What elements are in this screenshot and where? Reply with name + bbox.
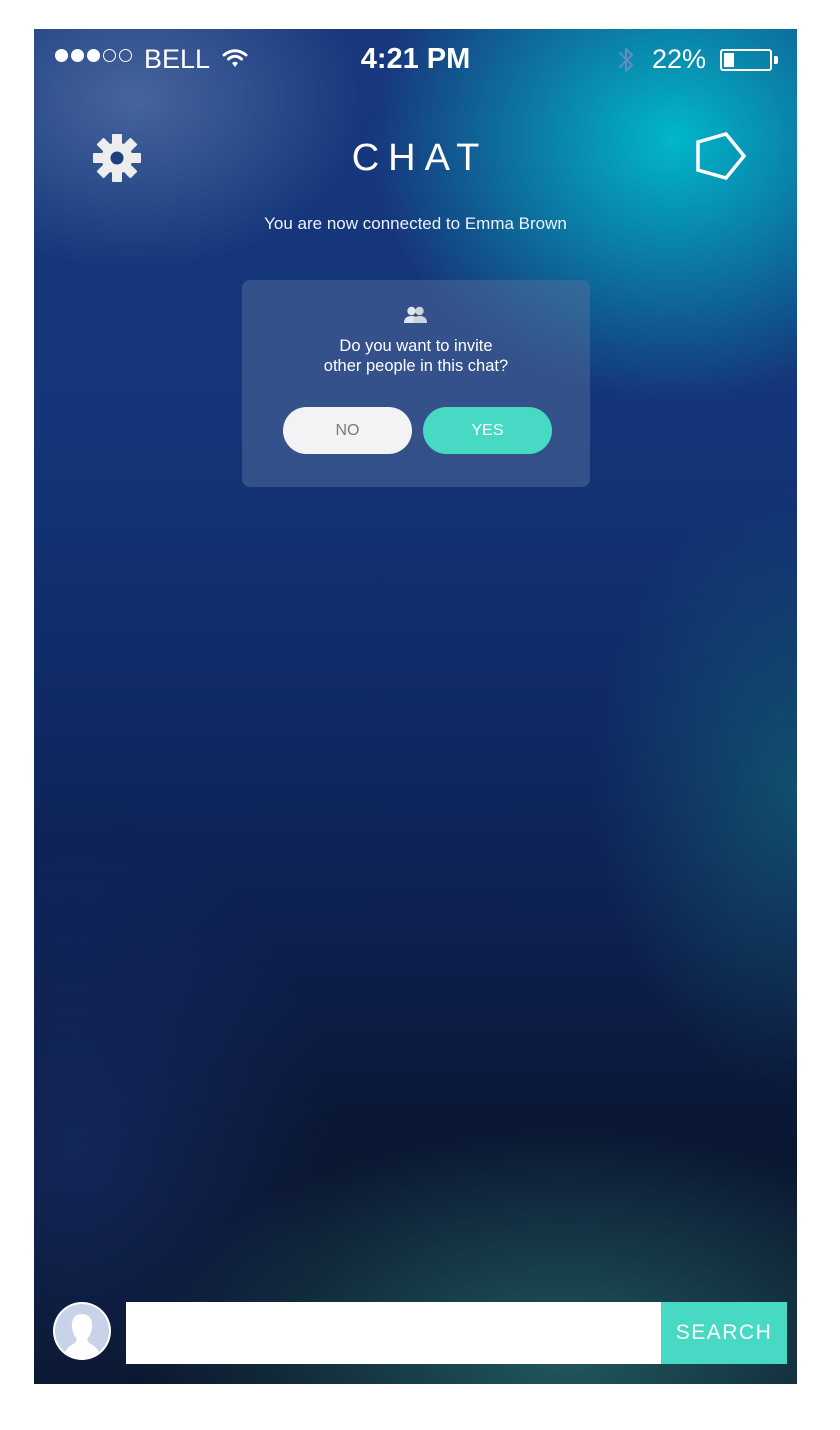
people-icon: [404, 306, 427, 323]
search-button[interactable]: SEARCH: [661, 1302, 787, 1364]
invite-question: Do you want to invite other people in th…: [242, 336, 590, 376]
invite-question-line-2: other people in this chat?: [323, 357, 509, 375]
search-input[interactable]: [126, 1302, 661, 1364]
battery-percentage: 22%: [652, 44, 707, 74]
user-avatar-icon[interactable]: [53, 1302, 111, 1360]
no-button[interactable]: NO: [283, 407, 412, 454]
status-bar: BELL 4:21 PM 22%: [34, 29, 797, 91]
invite-question-line-1: Do you want to invite: [339, 337, 493, 355]
pentagon-icon[interactable]: [692, 130, 748, 182]
chat-screen: BELL 4:21 PM 22% CHAT You are now connec…: [34, 29, 797, 1384]
invite-dialog: Do you want to invite other people in th…: [242, 280, 590, 487]
connection-status-message: You are now connected to Emma Brown: [264, 214, 567, 233]
person-silhouette-icon: [55, 1304, 109, 1359]
yes-button[interactable]: YES: [423, 407, 552, 454]
battery-level-fill: [724, 53, 734, 67]
battery-tip: [774, 56, 778, 64]
page-title: CHAT: [351, 137, 489, 179]
bluetooth-icon: [619, 48, 633, 72]
battery-icon: [720, 49, 772, 71]
